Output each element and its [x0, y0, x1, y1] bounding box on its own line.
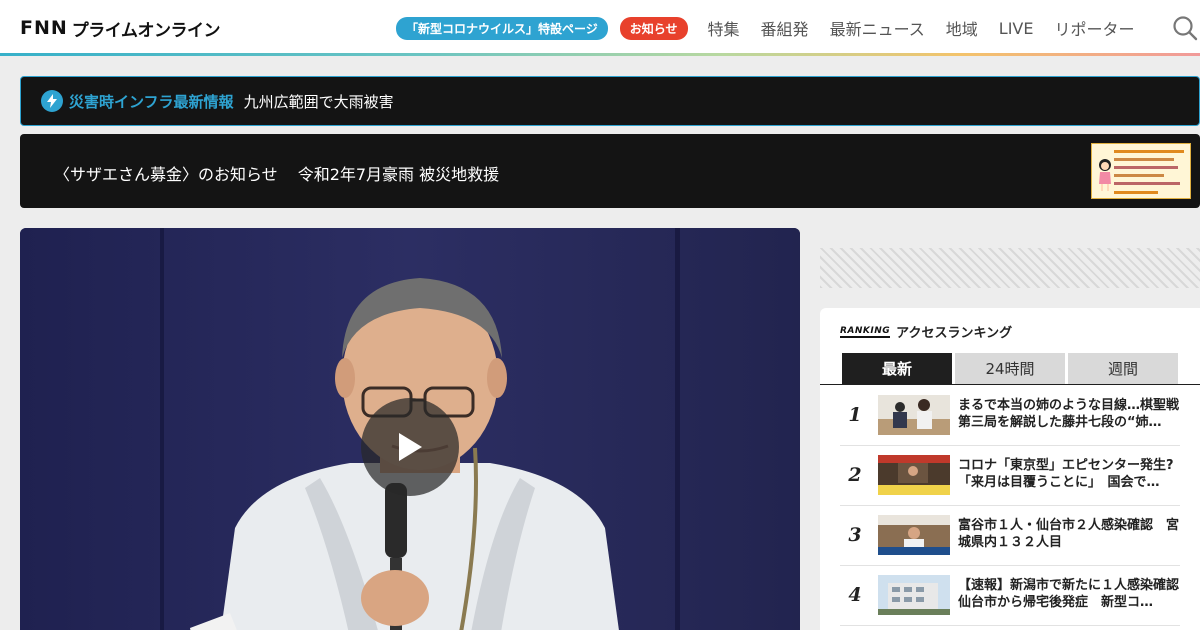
promo-text: 〈サザエさん募金〉のお知らせ 令和2年7月豪雨 被災地救援 — [54, 161, 499, 185]
ranking-logo: RANKING — [840, 325, 891, 338]
rank-number: 1 — [848, 404, 862, 426]
list-item[interactable]: 1 まるで本当の姉のような目線…棋聖戦第三局を解説した藤井七段の“姉… — [840, 386, 1180, 446]
access-ranking: RANKING アクセスランキング 最新 24時間 週間 1 まるで本当の姉のよ… — [820, 308, 1200, 630]
article-title: 富谷市１人・仙台市２人感染確認 宮城県内１３２人目 — [958, 518, 1180, 550]
article-title: まるで本当の姉のような目線…棋聖戦第三局を解説した藤井七段の“姉… — [958, 398, 1180, 430]
lightning-icon — [41, 90, 63, 112]
tab-latest[interactable]: 最新 — [842, 353, 952, 384]
video-player[interactable] — [20, 228, 800, 630]
nav-live[interactable]: LIVE — [999, 19, 1034, 38]
alert-title: 災害時インフラ最新情報 — [69, 92, 234, 111]
play-icon — [399, 433, 422, 461]
rank-number: 3 — [848, 524, 862, 546]
ranking-tabs: 最新 24時間 週間 — [842, 353, 1181, 384]
list-item[interactable]: 4 【速報】新潟市で新たに１人感染確認 仙台市から帰宅後発症 新型コ… — [840, 566, 1182, 626]
notice-link[interactable]: お知らせ — [619, 16, 688, 40]
article-thumbnail — [878, 575, 950, 615]
article-title: 【速報】新潟市で新たに１人感染確認 仙台市から帰宅後発症 新型コ… — [958, 578, 1182, 610]
nav-reporter[interactable]: リポーター — [1054, 16, 1134, 40]
corona-special-link[interactable]: 「新型コロナウイルス」特設ページ — [396, 16, 608, 40]
promo-text-2: 令和2年7月豪雨 被災地救援 — [297, 165, 500, 184]
sazae-donation-banner[interactable]: 〈サザエさん募金〉のお知らせ 令和2年7月豪雨 被災地救援 — [20, 134, 1200, 208]
ranking-header: RANKING アクセスランキング — [840, 322, 1012, 341]
search-icon[interactable] — [1172, 15, 1198, 41]
article-thumbnail — [878, 395, 950, 435]
article-thumbnail — [878, 455, 950, 495]
promo-text-1: 〈サザエさん募金〉のお知らせ — [54, 165, 278, 184]
ranking-title: アクセスランキング — [896, 326, 1013, 341]
alert-text: 九州広範囲で大雨被害 — [243, 92, 394, 111]
character-illustration — [1099, 159, 1111, 191]
nav-latest-news[interactable]: 最新ニュース — [830, 16, 925, 40]
tab-divider — [820, 384, 1200, 385]
ad-placeholder — [820, 248, 1200, 288]
nav-programs[interactable]: 番組発 — [761, 16, 809, 40]
header-gradient-divider — [0, 53, 1200, 56]
list-item[interactable]: 2 コロナ「東京型」エピセンター発生?「来月は目覆うことに」 国会で… — [840, 446, 1180, 506]
disaster-info-banner[interactable]: 災害時インフラ最新情報 九州広範囲で大雨被害 — [20, 76, 1200, 126]
tab-24h[interactable]: 24時間 — [955, 353, 1065, 384]
tab-weekly[interactable]: 週間 — [1068, 353, 1178, 384]
nav-features[interactable]: 特集 — [708, 16, 740, 40]
main-nav: 「新型コロナウイルス」特設ページ お知らせ 特集 番組発 最新ニュース 地域 L… — [396, 16, 1134, 40]
article-title: コロナ「東京型」エピセンター発生?「来月は目覆うことに」 国会で… — [958, 458, 1174, 490]
rank-number: 4 — [848, 584, 862, 606]
site-header: FNN プライムオンライン 「新型コロナウイルス」特設ページ お知らせ 特集 番… — [0, 0, 1200, 56]
play-button[interactable] — [361, 398, 459, 496]
logo-fnn: FNN — [20, 17, 68, 39]
article-thumbnail — [878, 515, 950, 555]
logo-text: プライムオンライン — [71, 20, 221, 41]
promo-thumbnail — [1091, 143, 1191, 199]
list-item[interactable]: 3 富谷市１人・仙台市２人感染確認 宮城県内１３２人目 — [840, 506, 1180, 566]
nav-region[interactable]: 地域 — [946, 16, 978, 40]
ranking-list: 1 まるで本当の姉のような目線…棋聖戦第三局を解説した藤井七段の“姉… 2 コロ… — [840, 386, 1182, 626]
rank-number: 2 — [848, 464, 862, 486]
site-logo[interactable]: FNN プライムオンライン — [20, 16, 221, 41]
